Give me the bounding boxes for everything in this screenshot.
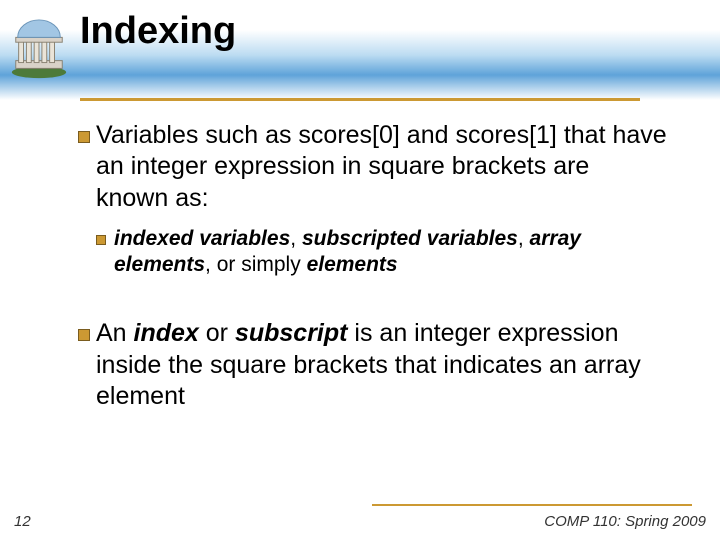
content-area: Variables such as scores[0] and scores[1… <box>78 120 668 424</box>
term-elements: elements <box>307 253 398 276</box>
sep: , <box>290 227 302 250</box>
sub-bullet-1: indexed variables, subscripted variables… <box>96 226 668 279</box>
course-label: COMP 110: Spring 2009 <box>544 513 706 530</box>
term-index: index <box>134 319 199 347</box>
header-rule <box>80 98 640 101</box>
footer-rule <box>372 504 692 506</box>
header-banner: Indexing <box>0 0 720 100</box>
term-indexed-variables: indexed variables <box>114 227 290 250</box>
term-subscript: subscript <box>235 319 348 347</box>
term-subscripted-variables: subscripted variables <box>302 227 518 250</box>
bullet-2-mid: or <box>199 319 235 347</box>
bullet-2-pre: An <box>96 319 134 347</box>
bullet-2: An index or subscript is an integer expr… <box>78 318 668 412</box>
rotunda-logo-icon <box>8 18 70 80</box>
bullet-1-text: Variables such as scores[0] and scores[1… <box>96 121 667 212</box>
bullet-1: Variables such as scores[0] and scores[1… <box>78 120 668 214</box>
slide-title: Indexing <box>80 10 236 53</box>
sep: , or simply <box>205 253 307 276</box>
page-number: 12 <box>14 513 31 530</box>
sep: , <box>518 227 530 250</box>
